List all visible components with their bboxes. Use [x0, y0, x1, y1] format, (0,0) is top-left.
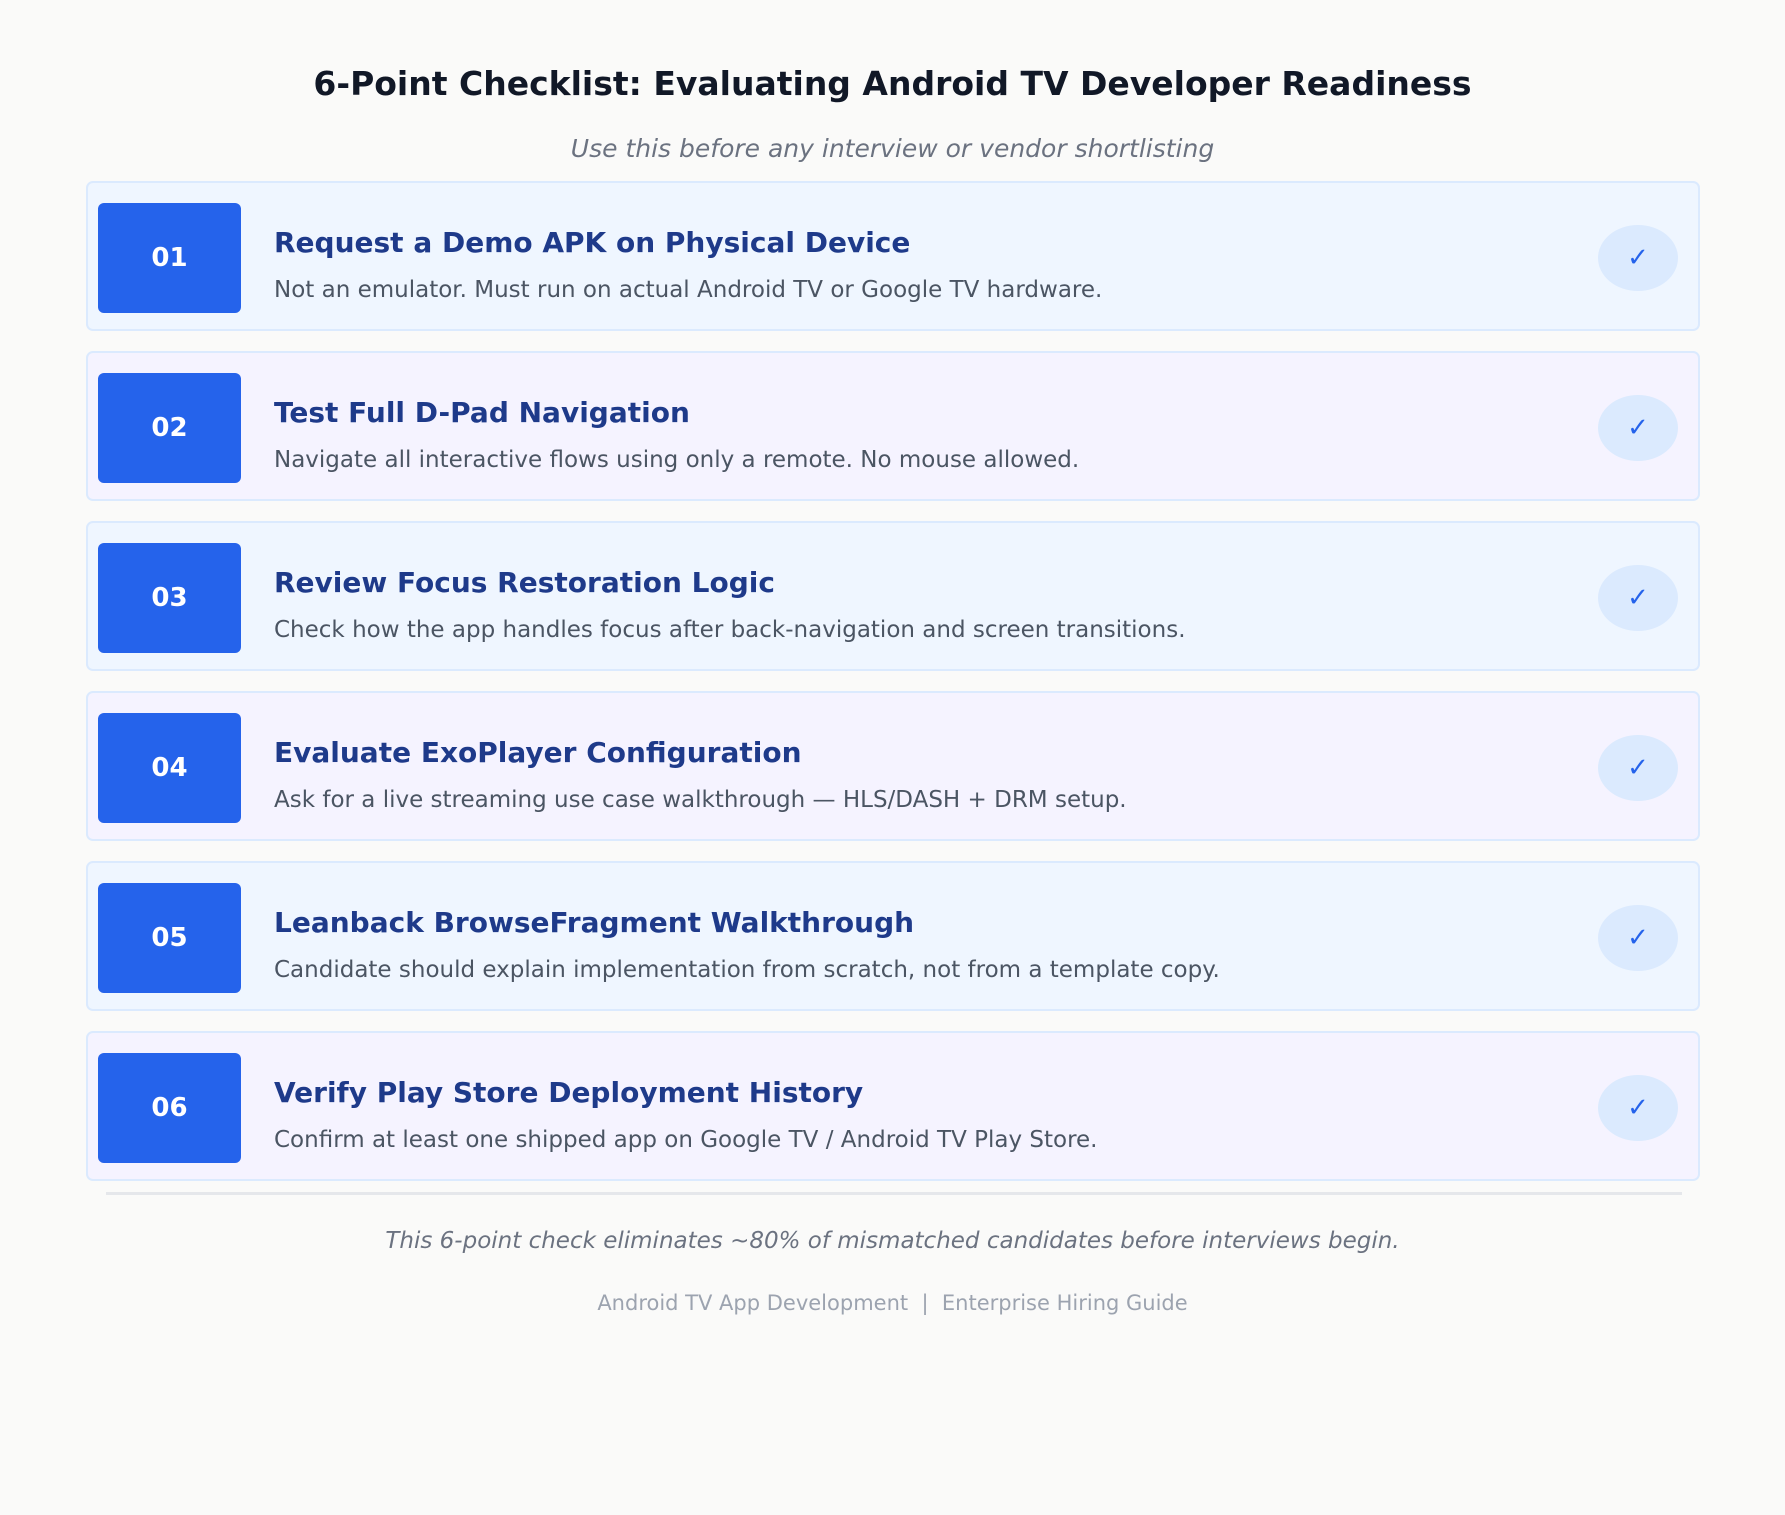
item-description: Candidate should explain implementation …: [274, 957, 1220, 983]
checklist-item: 06 Verify Play Store Deployment History …: [86, 1031, 1700, 1181]
checklist-item: 04 Evaluate ExoPlayer Configuration Ask …: [86, 691, 1700, 841]
checkmark-icon[interactable]: ✓: [1598, 395, 1678, 461]
item-title: Review Focus Restoration Logic: [274, 566, 775, 599]
bottom-divider: [106, 1192, 1682, 1195]
page-subtitle: Use this before any interview or vendor …: [570, 134, 1215, 163]
item-number-badge: 03: [98, 543, 241, 653]
item-description: Not an emulator. Must run on actual Andr…: [274, 277, 1103, 303]
item-title: Leanback BrowseFragment Walkthrough: [274, 906, 915, 939]
footer-credit: Android TV App Development | Enterprise …: [597, 1291, 1188, 1315]
item-description: Navigate all interactive flows using onl…: [274, 447, 1080, 473]
item-description: Check how the app handles focus after ba…: [274, 617, 1186, 643]
checklist: 01 Request a Demo APK on Physical Device…: [86, 181, 1700, 1201]
checkmark-icon[interactable]: ✓: [1598, 1075, 1678, 1141]
summary-note: This 6-point check eliminates ~80% of mi…: [385, 1228, 1400, 1254]
item-number-badge: 04: [98, 713, 241, 823]
item-title: Request a Demo APK on Physical Device: [274, 226, 911, 259]
page-title: 6-Point Checklist: Evaluating Android TV…: [313, 64, 1472, 103]
item-number-badge: 01: [98, 203, 241, 313]
checkmark-icon[interactable]: ✓: [1598, 225, 1678, 291]
item-number-badge: 06: [98, 1053, 241, 1163]
item-number-badge: 05: [98, 883, 241, 993]
item-description: Ask for a live streaming use case walkth…: [274, 787, 1127, 813]
checkmark-icon[interactable]: ✓: [1598, 565, 1678, 631]
checkmark-icon[interactable]: ✓: [1598, 905, 1678, 971]
checklist-item: 02 Test Full D-Pad Navigation Navigate a…: [86, 351, 1700, 501]
checkmark-icon[interactable]: ✓: [1598, 735, 1678, 801]
item-title: Test Full D-Pad Navigation: [274, 396, 690, 429]
checklist-item: 01 Request a Demo APK on Physical Device…: [86, 181, 1700, 331]
item-title: Evaluate ExoPlayer Configuration: [274, 736, 802, 769]
checklist-item: 03 Review Focus Restoration Logic Check …: [86, 521, 1700, 671]
item-title: Verify Play Store Deployment History: [274, 1076, 864, 1109]
item-description: Confirm at least one shipped app on Goog…: [274, 1127, 1098, 1153]
item-number-badge: 02: [98, 373, 241, 483]
checklist-item: 05 Leanback BrowseFragment Walkthrough C…: [86, 861, 1700, 1011]
